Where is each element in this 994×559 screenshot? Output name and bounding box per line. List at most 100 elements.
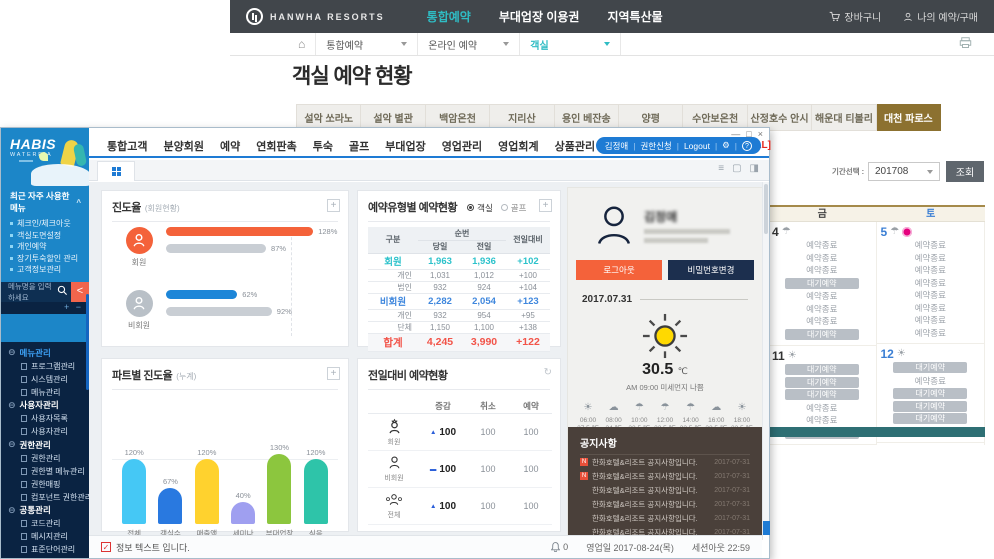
search-button[interactable]: 조회 xyxy=(946,161,984,182)
settings-icon[interactable]: ◨ xyxy=(750,163,759,174)
tree-item[interactable]: 컴포넌트 권한관리 xyxy=(8,491,89,504)
hanwha-nav-item[interactable]: 지역특산물 xyxy=(607,8,662,25)
minimize-icon[interactable]: — xyxy=(731,129,740,139)
copy-icon[interactable]: ▢ xyxy=(732,163,741,174)
breadcrumb-select[interactable]: 객실 xyxy=(519,33,622,55)
menubar-item[interactable]: 영업관리 xyxy=(442,138,482,154)
help-icon[interactable]: ? xyxy=(742,140,752,151)
menubar-item[interactable]: 분양회원 xyxy=(163,138,203,154)
tree-item[interactable]: 권한별 메뉴관리 xyxy=(8,465,89,478)
hanwha-nav: 통합예약 부대업장 이용권 지역특산물 xyxy=(427,8,663,25)
expand-card-button[interactable]: + xyxy=(327,367,340,380)
notice-text[interactable]: 한화호텔&리조트 공지사항입니다. xyxy=(592,485,710,496)
tree-item[interactable]: 메시지관리 xyxy=(8,530,89,543)
waiting-reservation-button[interactable]: 대기예약 xyxy=(784,328,859,340)
refresh-icon[interactable]: ↻ xyxy=(544,367,552,378)
waiting-reservation-button[interactable]: 대기예약 xyxy=(784,376,859,388)
cart-link[interactable]: 장바구니 xyxy=(829,9,881,24)
collapse-all-button[interactable]: − xyxy=(76,302,81,312)
recent-menu-item[interactable]: 개인예약 xyxy=(10,241,85,253)
menubar-item[interactable]: 예약 xyxy=(220,138,240,154)
recent-menu-item[interactable]: 장기투숙할인 관리 xyxy=(10,253,85,265)
menubar-item[interactable]: 연회판촉 xyxy=(256,138,296,154)
menubar-item[interactable]: 영업회계 xyxy=(498,138,538,154)
tree-group[interactable]: ⊖ 메뉴관리 xyxy=(8,346,89,360)
tree-item[interactable]: 코드관리 xyxy=(8,517,89,530)
radio-option[interactable]: 골프 xyxy=(500,202,526,214)
recent-menu-item[interactable]: 객실도면설정 xyxy=(10,230,85,242)
tree-item[interactable]: 시스템관리 xyxy=(8,373,89,386)
tree-item[interactable]: 표준도메인관리 xyxy=(8,556,89,558)
waiting-reservation-button[interactable]: 대기예약 xyxy=(784,277,859,289)
resort-tab[interactable]: 해운대 티볼리 xyxy=(812,104,877,131)
logout-button[interactable]: 로그아웃 xyxy=(576,260,662,280)
expand-card-button[interactable]: + xyxy=(539,199,552,212)
menu-search-input[interactable]: 메뉴명을 입력하세요 xyxy=(1,281,57,303)
cart-icon xyxy=(830,11,841,22)
waiting-reservation-button[interactable]: 대기예약 xyxy=(893,413,968,424)
period-dropdown[interactable]: 201708 xyxy=(868,162,940,181)
menubar-item[interactable]: 투숙 xyxy=(313,138,333,154)
scrollbar-thumb[interactable] xyxy=(764,184,768,234)
content-scrollbar[interactable] xyxy=(762,182,770,535)
bell-icon[interactable] xyxy=(551,542,561,552)
list-icon[interactable]: ≡ xyxy=(718,163,724,174)
logout-link[interactable]: Logout xyxy=(684,141,710,151)
waiting-reservation-button[interactable]: 대기예약 xyxy=(893,388,968,399)
breadcrumb-select[interactable]: 통합예약 xyxy=(315,33,417,55)
menubar-item[interactable]: 상품관리 xyxy=(555,138,595,154)
resort-tab[interactable]: 대천 파로스 xyxy=(876,104,942,131)
print-icon[interactable] xyxy=(959,36,972,52)
tree-item[interactable]: 메뉴관리 xyxy=(8,386,89,399)
tree-group[interactable]: ⊖ 공통관리 xyxy=(8,504,89,518)
progress-bar xyxy=(166,226,314,236)
notice-text[interactable]: 한화호텔&리조트 공지사항입니다. xyxy=(592,513,710,524)
recent-menu-header[interactable]: 최근 자주 사용한 메뉴 ^ xyxy=(1,190,89,218)
waiting-reservation-button[interactable]: 대기예약 xyxy=(784,364,859,375)
tree-item[interactable]: 사용자관리 xyxy=(8,425,89,438)
gear-icon[interactable]: ⚙ xyxy=(722,140,730,151)
waiting-reservation-button[interactable]: 대기예약 xyxy=(893,400,968,412)
hanwha-nav-item[interactable]: 통합예약 xyxy=(427,8,471,25)
tree-item[interactable]: 권한관리 xyxy=(8,452,89,465)
notice-text[interactable]: 한화호텔&리조트 공지사항입니다. xyxy=(592,471,710,482)
notice-text[interactable]: 한화호텔&리조트 공지사항입니다. xyxy=(592,457,710,468)
daily-change-value: 100 xyxy=(439,500,457,512)
tree-item[interactable]: 권한매핑 xyxy=(8,478,89,491)
tree-item[interactable]: 표준단어관리 xyxy=(8,543,89,556)
progress-bars: 128% 87% xyxy=(166,225,340,268)
notice-row: N 한화호텔&리조트 공지사항입니다. 2017-07-31 xyxy=(580,469,750,483)
home-icon[interactable]: ⌂ xyxy=(298,37,305,51)
tree-group[interactable]: ⊖ 권한관리 xyxy=(8,438,89,452)
document-icon xyxy=(21,375,27,383)
search-icon[interactable] xyxy=(57,283,71,301)
waiting-reservation-button[interactable]: 대기예약 xyxy=(784,389,859,400)
cell-prev: 924 xyxy=(462,281,506,294)
progress-bars: 62% 92% xyxy=(166,288,340,331)
tree-item[interactable]: 프로그램관리 xyxy=(8,360,89,373)
hanwha-nav-item[interactable]: 부대업장 이용권 xyxy=(499,8,580,25)
menubar-item[interactable]: 골프 xyxy=(349,138,369,154)
waiting-reservation-button[interactable]: 대기예약 xyxy=(893,362,968,373)
recent-menu-item[interactable]: 체크인/체크아웃 xyxy=(10,218,85,230)
maximize-icon[interactable]: □ xyxy=(746,129,751,139)
permission-request-link[interactable]: 권한신청 xyxy=(640,140,671,152)
notice-text[interactable]: 한화호텔&리조트 공지사항입니다. xyxy=(592,499,710,510)
info-checkbox[interactable]: ✓ xyxy=(101,542,111,552)
bar xyxy=(303,459,328,524)
tree-group[interactable]: ⊖ 사용자관리 xyxy=(8,399,89,413)
expand-card-button[interactable]: + xyxy=(327,199,340,212)
menubar-item[interactable]: 통합고객 xyxy=(107,138,147,154)
recent-menu-item[interactable]: 고객정보관리 xyxy=(10,264,85,276)
menubar-item[interactable]: 부대업장 xyxy=(385,138,425,154)
close-icon[interactable]: × xyxy=(758,129,763,139)
radio-selected[interactable]: 객실 xyxy=(467,202,493,214)
tree-item[interactable]: 사용자목록 xyxy=(8,412,89,425)
dashboard-tab[interactable] xyxy=(97,161,135,181)
change-password-button[interactable]: 비밀번호변경 xyxy=(668,260,754,280)
tree-item-label: 컴포넌트 권한관리 xyxy=(31,492,89,502)
breadcrumb-select[interactable]: 온라인 예약 xyxy=(417,33,519,55)
my-reservation-link[interactable]: 나의 예약/구매 xyxy=(903,9,978,24)
cell-prev: 1,100 xyxy=(462,321,506,334)
expand-all-button[interactable]: + xyxy=(64,302,69,312)
